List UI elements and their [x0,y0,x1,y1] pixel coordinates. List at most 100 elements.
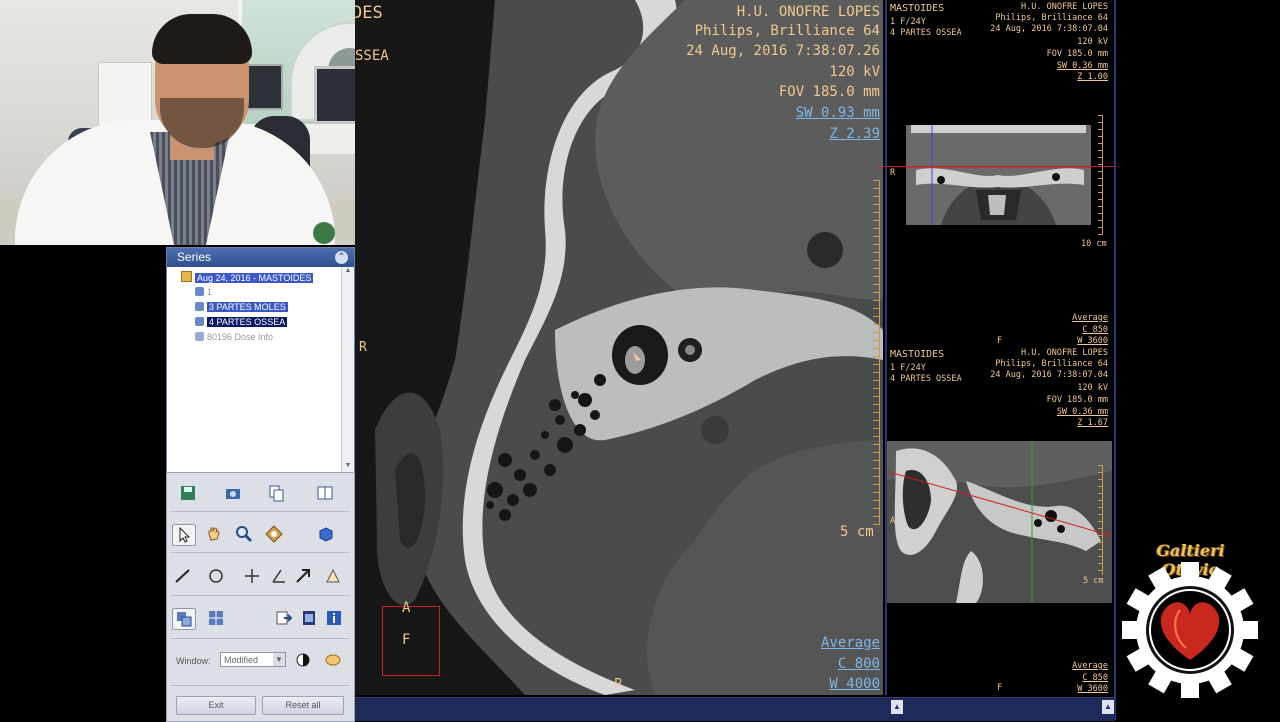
series-item[interactable]: 4 PARTES OSSEA [195,316,288,328]
fov-label: FOV 185.0 mm [1046,49,1108,59]
series-label: 4 PARTES OSSEA [890,374,962,384]
series-scrollbar[interactable]: ▲ ▼ [341,267,354,472]
z-position-link[interactable]: Z 1.67 [1077,418,1108,429]
orientation-feet: F [402,632,411,648]
institution-label: H.U. ONOFRE LOPES [1021,348,1108,358]
window-width-link[interactable]: W 3600 [1077,684,1108,695]
scale-label: 5 cm [1083,576,1104,586]
series-item-label: 4 PARTES OSSEA [207,317,288,327]
series-icon [195,287,204,296]
institution-label: H.U. ONOFRE LOPES [1021,2,1108,12]
coronal-ct-image [906,125,1091,225]
scale-label: 5 cm [840,524,874,540]
slice-width-link[interactable]: SW 0.93 mm [796,105,880,121]
crosshair-icon[interactable] [241,566,263,586]
info-icon[interactable] [323,608,345,628]
toolbar-separator [171,638,349,639]
window-width-link[interactable]: W 4000 [829,676,880,692]
cube-icon[interactable] [315,524,337,544]
orientation-feet: F [997,683,1003,693]
save-icon[interactable] [177,483,199,503]
slice-width-link[interactable]: SW 0.36 mm [1057,407,1108,418]
sagittal-viewport[interactable]: MASTOIDES 1 F/24Y 4 PARTES OSSEA H.U. ON… [885,345,1116,695]
study-label: MASTOIDES [890,349,945,360]
arrow-icon[interactable] [292,566,314,586]
series-item[interactable]: 3 PARTES MOLES [195,301,288,313]
series-item-label: 3 PARTES MOLES [207,302,288,312]
reset-all-button[interactable]: Reset all [262,696,344,715]
kv-label: 120 kV [1077,383,1108,393]
scroll-up-icon[interactable]: ▲ [1102,700,1114,714]
scale-ruler [873,180,880,525]
axial-viewport[interactable]: DES SSEA H.U. ONOFRE LOPES Philips, Bril… [355,0,883,695]
zoom-icon[interactable] [233,524,255,544]
datetime-label: 24 Aug, 2016 7:38:07.04 [990,370,1108,380]
monitor [243,64,283,110]
collapse-icon[interactable]: ⌃ [335,251,348,264]
chevron-down-icon[interactable]: ▼ [273,653,285,666]
z-position-link[interactable]: Z 1.00 [1077,72,1108,83]
toolbar-separator [171,552,349,553]
series-label: 4 PARTES OSSEA [890,28,962,38]
window-center-link[interactable]: C 850 [1082,673,1108,684]
scroll-up-icon[interactable]: ▲ [343,267,353,277]
scanner-label: Philips, Brilliance 64 [995,13,1108,23]
window-mode-link[interactable]: Average [1072,661,1108,672]
coronal-viewport[interactable]: MASTOIDES 1 F/24Y 4 PARTES OSSEA H.U. ON… [876,0,1116,346]
window-mode-link[interactable]: Average [1072,313,1108,324]
invert-icon[interactable] [292,650,314,670]
toolbox: Window: Modified ▼ Exit Reset all [166,472,355,722]
report-icon[interactable] [314,483,336,503]
patient-label: 1 F/24Y [890,363,926,373]
datetime-label: 24 Aug, 2016 7:38:07.04 [990,24,1108,34]
slice-width-link[interactable]: SW 0.36 mm [1057,61,1108,72]
window-preset-select[interactable]: Modified ▼ [220,652,286,667]
series-panel-title-text: Series [177,250,212,264]
orientation-anterior: A [890,516,896,526]
export-icon[interactable] [273,608,295,628]
scroll-down-icon[interactable]: ▼ [343,462,353,472]
fov-label: FOV 185.0 mm [1046,395,1108,405]
toolbar-separator [171,595,349,596]
orientation-cube: A F [382,600,440,676]
institution-label: H.U. ONOFRE LOPES [736,4,880,20]
viewport-status-bar: ▲ ▲ [355,697,1115,721]
viewport-divider [885,0,887,695]
grid-icon[interactable] [205,608,227,628]
series-item-label: 80196 Dose Info [207,332,274,342]
window-preset-value: Modified [224,655,259,665]
film-icon[interactable] [298,608,320,628]
exit-button[interactable]: Exit [176,696,256,715]
ellipse-icon[interactable] [205,566,227,586]
patient-label: 1 F/24Y [890,17,926,27]
toolbar-separator [171,511,349,512]
study-node[interactable]: Aug 24, 2016 - MASTOIDES [181,271,314,284]
window-label: Window: [176,656,211,666]
scroll-up-icon[interactable]: ▲ [891,700,903,714]
window-center-link[interactable]: C 850 [1082,325,1108,336]
camera-icon[interactable] [222,483,244,503]
layout-icon[interactable] [172,608,196,630]
z-position-link[interactable]: Z 2.39 [829,126,880,142]
orientation-posterior: P [614,677,622,692]
series-item[interactable]: 1 [195,286,212,298]
hand-icon[interactable] [203,524,225,544]
window-mode-link[interactable]: Average [821,635,880,651]
sagittal-ct-image [886,441,1112,603]
palette-icon[interactable] [322,650,344,670]
window-center-link[interactable]: C 800 [838,656,880,672]
line-icon[interactable] [172,566,194,586]
right-viewports: MASTOIDES 1 F/24Y 4 PARTES OSSEA H.U. ON… [876,0,1116,695]
series-icon [195,302,204,311]
window-level-icon[interactable] [263,524,285,544]
copy-icon[interactable] [265,483,287,503]
roi-icon[interactable] [322,566,344,586]
orientation-right: R [890,168,896,178]
pointer-icon[interactable] [172,524,196,546]
scanner-label: Philips, Brilliance 64 [694,23,880,39]
gear-heart-logo-icon [1122,562,1258,698]
series-icon [195,317,204,326]
angle-icon[interactable] [268,566,290,586]
series-item[interactable]: 80196 Dose Info [195,331,273,343]
kv-label: 120 kV [1077,37,1108,47]
